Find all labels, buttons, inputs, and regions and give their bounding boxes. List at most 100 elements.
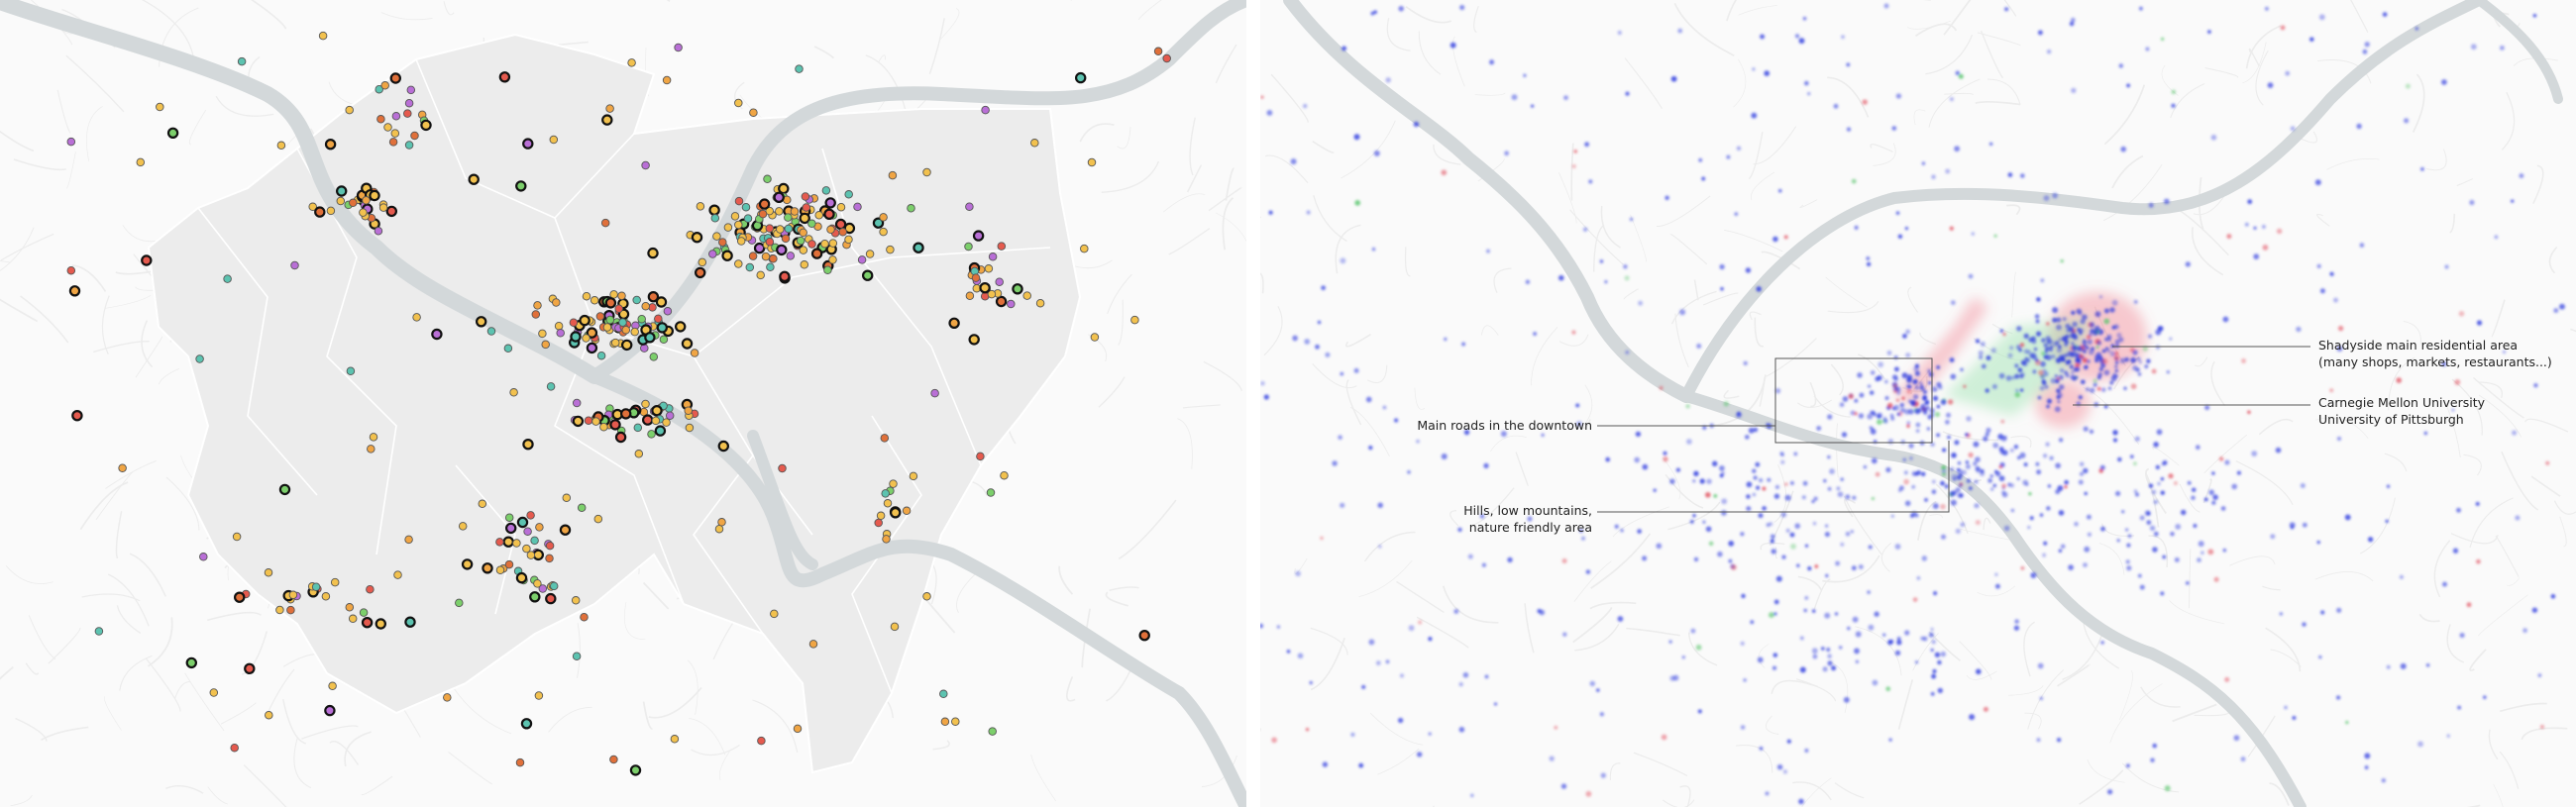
map-point [888,170,898,180]
map-point [2071,310,2076,316]
map-point [2222,316,2229,323]
road-segment [1558,172,1577,224]
map-point [2267,82,2274,88]
map-point [1870,370,1876,375]
map-point [2105,347,2109,351]
map-point [2113,324,2119,330]
map-point [1904,409,1910,415]
map-point [2212,494,2218,500]
map-point [1484,674,1489,679]
map-point [2386,664,2391,669]
road-segment [174,681,190,699]
map-point [2083,364,2089,370]
map-point [1765,791,1770,796]
map-point [1928,371,1934,377]
map-point [2086,359,2091,363]
road-segment [2179,483,2200,513]
map-point [2285,70,2291,76]
road-segment [1942,431,1999,442]
map-point [965,202,974,211]
road-segment [1341,120,1396,179]
map-point [2280,25,2286,31]
map-point [2007,353,2013,358]
map-point [549,135,559,145]
map-point [1846,62,1851,67]
map-point [2045,442,2050,447]
road-segment [1738,5,1777,16]
map-point [2037,369,2044,376]
map-point [2043,354,2048,359]
map-point [2169,337,2173,341]
map-point [2009,346,2014,351]
road-segment [220,702,257,725]
road-segment [1377,748,1420,775]
map-point [2118,63,2123,68]
map-point [721,250,733,261]
map-point [2134,436,2140,442]
map-point [2290,526,2295,530]
left-map-canvas[interactable] [0,0,1246,807]
map-point [349,198,358,208]
map-point [1857,372,1863,378]
map-point [2441,79,2447,85]
right-map-panel[interactable]: Shadyside main residential area (many sh… [1260,0,2576,807]
map-point [321,592,331,601]
map-point [663,307,673,316]
map-point [1342,46,1346,51]
map-point [1842,396,1849,402]
map-point [610,338,620,348]
map-point [2404,118,2410,124]
road-segment [1897,679,1914,730]
map-point [881,489,890,498]
map-point [1796,563,1800,567]
map-point [1399,673,1405,678]
map-point [1295,570,1301,577]
map-point [2147,511,2151,516]
map-point [1992,442,1999,449]
road-segment [2148,535,2169,567]
map-point [522,544,531,554]
map-point [2420,166,2424,171]
map-point [2155,329,2162,336]
map-point [2033,347,2038,352]
left-map-panel[interactable] [0,0,1246,807]
map-point [503,344,513,353]
map-point [2144,364,2149,369]
map-point [2070,374,2076,380]
map-point [2153,442,2159,448]
map-point [965,291,975,301]
map-point [1743,678,1747,682]
road-segment [1670,290,1717,325]
map-point [367,445,376,454]
map-point [1854,411,1858,416]
map-point [1947,435,1951,440]
map-point [1934,388,1938,392]
map-point [2405,83,2411,89]
map-point [2001,483,2006,489]
map-point [826,225,835,235]
map-point [2247,410,2251,415]
road-segment [1189,117,1196,176]
map-point [1888,738,1892,742]
road-segment [2057,663,2091,687]
road-segment [2082,386,2140,445]
map-point [793,724,803,734]
map-point [1340,502,1345,508]
map-point [1804,544,1809,548]
map-point [662,75,672,85]
road-segment [344,731,372,767]
map-point [1975,520,1981,526]
map-point [1945,168,1951,174]
map-point [2318,655,2322,659]
map-point [2055,462,2061,469]
map-point [369,189,380,202]
road-segment [0,666,14,680]
map-point [94,627,104,636]
map-point [1989,474,1993,478]
road-segment [932,740,950,751]
map-point [404,616,416,628]
map-point [1988,142,1993,147]
map-point [346,366,356,375]
map-point [2060,258,2064,263]
map-point [1271,737,1277,744]
